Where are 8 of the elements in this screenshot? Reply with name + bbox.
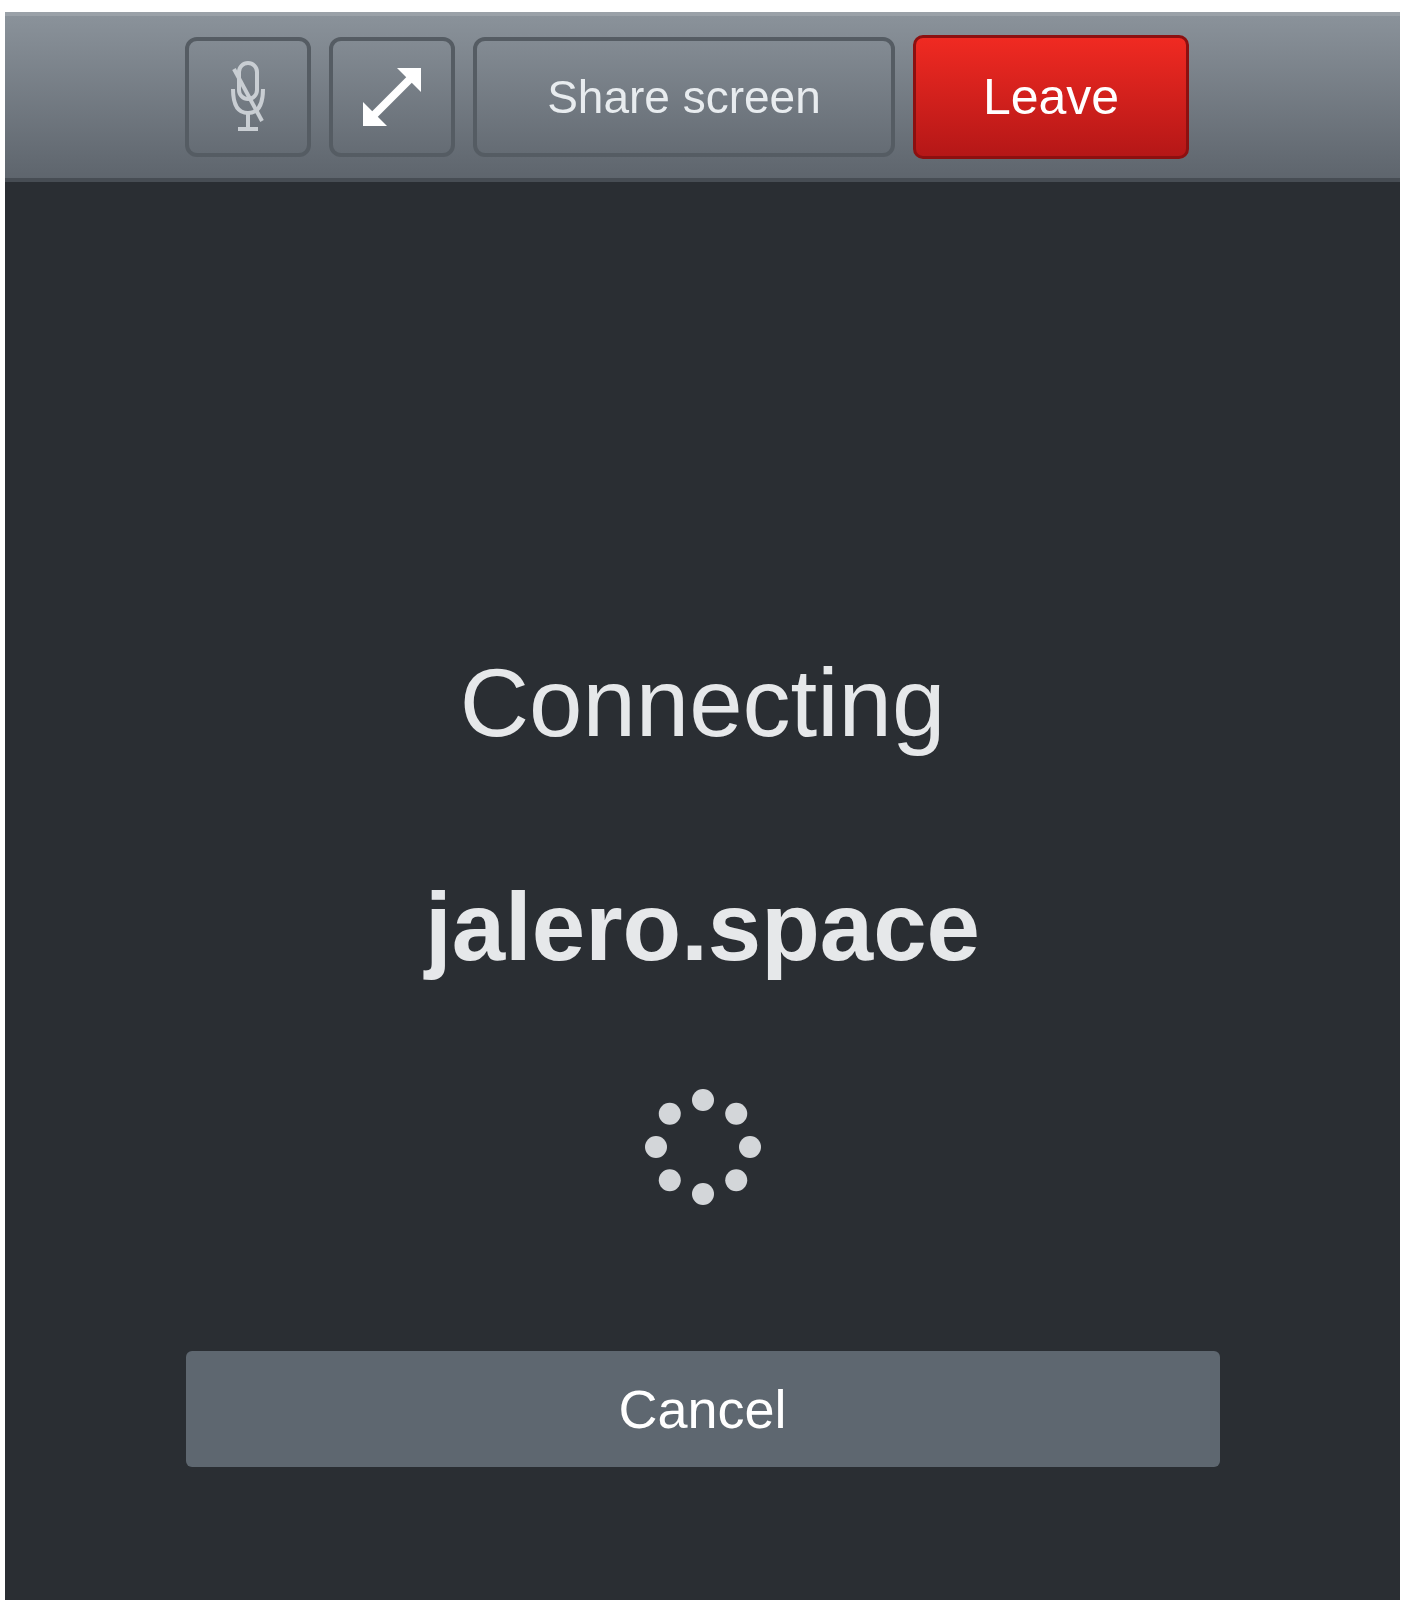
mute-button[interactable] [185,37,311,157]
share-screen-button[interactable]: Share screen [473,37,895,157]
fullscreen-button[interactable] [329,37,455,157]
cancel-button[interactable]: Cancel [185,1351,1220,1468]
loading-spinner-icon [642,1087,763,1208]
status-text: Connecting [459,650,946,756]
host-name: jalero.space [425,873,980,980]
leave-button[interactable]: Leave [913,35,1189,159]
